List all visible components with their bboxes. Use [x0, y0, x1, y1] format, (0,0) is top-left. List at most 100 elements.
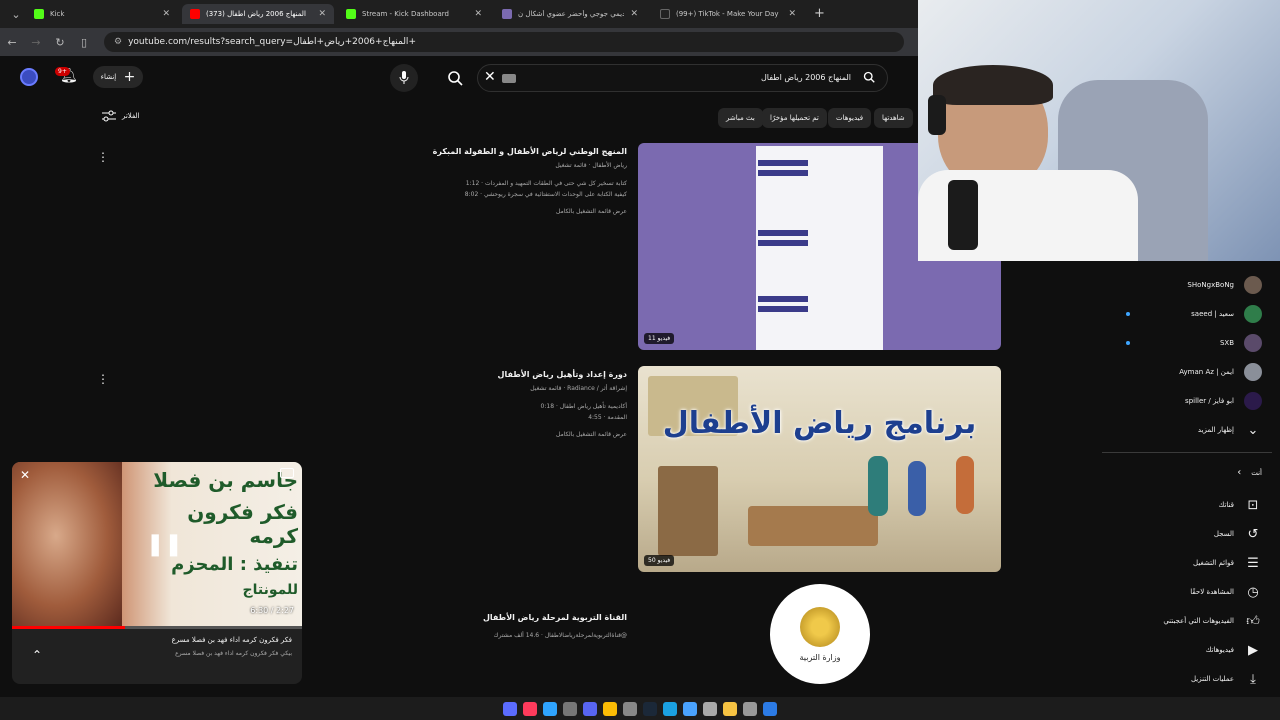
you-label: أنت	[1251, 468, 1262, 477]
close-icon[interactable]: ✕	[474, 9, 482, 19]
filters-button[interactable]: الفلاتر	[102, 110, 140, 122]
playlist-item[interactable]: أكاديمية تأهيل رياض اطفال · 0:18	[327, 401, 627, 412]
tab-kick[interactable]: Kick ✕	[26, 4, 178, 24]
channel-name[interactable]: إشراقة أثر / Radiance · قائمة تشغيل	[327, 383, 627, 394]
video-title[interactable]: دورة إعداد وتأهيل رياض الأطفال	[327, 370, 627, 379]
playlist-item[interactable]: كتابة تسخير كل شي حتى في الطقات التمهيد …	[327, 178, 627, 189]
app-icon[interactable]	[703, 701, 717, 716]
sidebar-label: قوائم التشغيل	[1193, 559, 1234, 567]
child-figure	[868, 456, 888, 516]
create-button[interactable]: إنشاء +	[93, 66, 143, 88]
sidebar-item-watch-later[interactable]: ◷ المشاهدة لاحقًا	[1190, 583, 1262, 601]
tab-kick-dashboard[interactable]: Stream - Kick Dashboard ✕	[338, 4, 490, 24]
sidebar-item-history[interactable]: ↺ السجل	[1214, 525, 1262, 543]
sidebar-label: فيديوهاتك	[1205, 646, 1234, 654]
close-icon[interactable]: ✕	[20, 468, 30, 482]
search-button[interactable]	[440, 64, 470, 92]
playlist-item[interactable]: المقدمة · 4:55	[327, 412, 627, 423]
chip-live[interactable]: بث مباشر	[718, 108, 763, 128]
subscription-item[interactable]: سعيد | saeed	[1191, 305, 1262, 323]
steam-icon[interactable]	[643, 701, 657, 716]
tab-menu-icon[interactable]: ⌄	[4, 8, 28, 21]
headphones-icon	[928, 95, 946, 135]
app-icon[interactable]	[563, 701, 577, 716]
pause-icon[interactable]: ❚❚	[146, 532, 183, 557]
forward-icon[interactable]: →	[24, 36, 48, 49]
new-tab-icon[interactable]: +	[814, 6, 825, 21]
reload-icon[interactable]: ↻	[48, 36, 72, 49]
app-icon[interactable]	[683, 701, 697, 716]
chrome-icon[interactable]	[603, 701, 617, 716]
back-icon[interactable]: ←	[0, 36, 24, 49]
child-figure	[956, 456, 974, 514]
close-icon[interactable]: ✕	[162, 9, 170, 19]
view-full-playlist-link[interactable]: عرض قائمة التشغيل بالكامل	[327, 206, 627, 217]
more-options-icon[interactable]: ⋮	[97, 372, 109, 386]
edge-icon[interactable]	[663, 701, 677, 716]
sidebar-item-downloads[interactable]: ⤓ عمليات التنزيل	[1191, 670, 1262, 688]
chip-videos[interactable]: فيديوهات	[828, 108, 872, 128]
avatar	[1244, 392, 1262, 410]
folder-icon[interactable]	[723, 701, 737, 716]
subscription-item[interactable]: SHoNgxBoNg	[1187, 276, 1262, 294]
app-icon[interactable]	[503, 701, 517, 716]
playlist-item[interactable]: كيفية الكتابة على الوحدات الاستفتائية في…	[327, 189, 627, 200]
app-icon[interactable]	[623, 701, 637, 716]
filters-icon	[102, 110, 116, 122]
sidebar-item-your-channel[interactable]: ⊡ قناتك	[1219, 496, 1262, 514]
channel-name[interactable]: رياض الأطفال · قائمة تشغيل	[327, 160, 627, 171]
playlist-thumbnail[interactable]: برنامج رياض الأطفال 50 فيديو	[638, 366, 1001, 572]
keyboard-icon[interactable]	[502, 74, 516, 83]
chevron-right-icon: ›	[1237, 467, 1242, 478]
tab-tiktok[interactable]: (99+) TikTok - Make Your Day ✕	[652, 4, 804, 24]
chip-recently-uploaded[interactable]: تم تحميلها مؤخرًا	[762, 108, 827, 128]
close-icon[interactable]: ✕	[318, 9, 326, 19]
tab-presentation[interactable]: عرض تقديمي جوجي وأحضر عضوي أشكال ن ✕	[494, 4, 646, 24]
clear-search-icon[interactable]: ✕	[484, 69, 496, 85]
subscription-item[interactable]: SXB	[1220, 334, 1262, 352]
thumbnail-title: برنامج رياض الأطفال	[662, 406, 977, 441]
chevron-down-icon: ⌄	[1247, 422, 1259, 438]
url-field[interactable]: ⚙ youtube.com/results?search_query=المنه…	[104, 32, 904, 52]
art-text: للمونتاج	[242, 582, 298, 598]
progress-track[interactable]	[12, 626, 302, 629]
chevron-up-icon[interactable]: ⌃	[32, 648, 42, 662]
more-options-icon[interactable]: ⋮	[97, 150, 109, 164]
miniplayer[interactable]: جاسم بن فصلا فكر فكرون كرمه تنفيذ : المح…	[12, 462, 302, 684]
search-input[interactable]: ✕ المنهاج 2006 رياض اطفال	[477, 64, 888, 92]
view-full-playlist-link[interactable]: عرض قائمة التشغيل بالكامل	[327, 429, 627, 440]
sidepanel-icon[interactable]: ▯	[72, 36, 96, 49]
windows-icon[interactable]	[763, 701, 777, 716]
you-section-header[interactable]: أنت ›	[1237, 467, 1262, 478]
discord-icon[interactable]	[583, 701, 597, 716]
tab-youtube[interactable]: (373) المنهاج 2006 رياض اطفال - ube ✕	[182, 4, 334, 24]
video-title[interactable]: المنهج الوطني لرياض الأطفال و الطفولة ال…	[327, 147, 627, 156]
voice-search-button[interactable]	[390, 64, 418, 92]
subscription-item[interactable]: ايمن | Ayman Az	[1179, 363, 1262, 381]
close-icon[interactable]: ✕	[788, 9, 796, 19]
site-info-icon[interactable]: ⚙	[114, 37, 122, 47]
sidebar-item-liked[interactable]: 👍︎ الفيديوهات التي أعجبتني	[1163, 612, 1262, 630]
sidebar-item-playlists[interactable]: ☰ قوائم التشغيل	[1193, 554, 1262, 572]
app-icon[interactable]	[543, 701, 557, 716]
tiktok-icon[interactable]	[523, 701, 537, 716]
tab-title: عرض تقديمي جوجي وأحضر عضوي أشكال ن	[518, 10, 625, 18]
create-label: إنشاء	[100, 73, 117, 81]
avatar	[1244, 276, 1262, 294]
channel-title[interactable]: القناة التربوية لمرحلة رياض الأطفال	[327, 613, 627, 622]
avatar[interactable]	[20, 68, 38, 86]
chip-watched[interactable]: شاهدتها	[874, 108, 913, 128]
show-more-button[interactable]: ⌄ إظهار المزيد	[1198, 421, 1262, 439]
tab-title: Stream - Kick Dashboard	[362, 10, 449, 18]
time-display: 6:30 / 2:27	[250, 606, 294, 615]
expand-icon[interactable]	[280, 468, 294, 478]
divider	[1102, 452, 1272, 453]
close-icon[interactable]: ✕	[630, 9, 638, 19]
sidebar-item-your-videos[interactable]: ▶ فيديوهاتك	[1206, 641, 1262, 659]
sidebar-label: قناتك	[1218, 501, 1234, 509]
channel-logo[interactable]: وزارة التربية	[770, 584, 870, 684]
app-icon[interactable]	[743, 701, 757, 716]
subscription-item[interactable]: ابو فايز / spiller	[1185, 392, 1262, 410]
channel-handle[interactable]: @قناةالتربويةلمرحلةرياضالاطفال · 14.6 أل…	[327, 630, 627, 641]
miniplayer-video[interactable]: جاسم بن فصلا فكر فكرون كرمه تنفيذ : المح…	[12, 462, 302, 626]
